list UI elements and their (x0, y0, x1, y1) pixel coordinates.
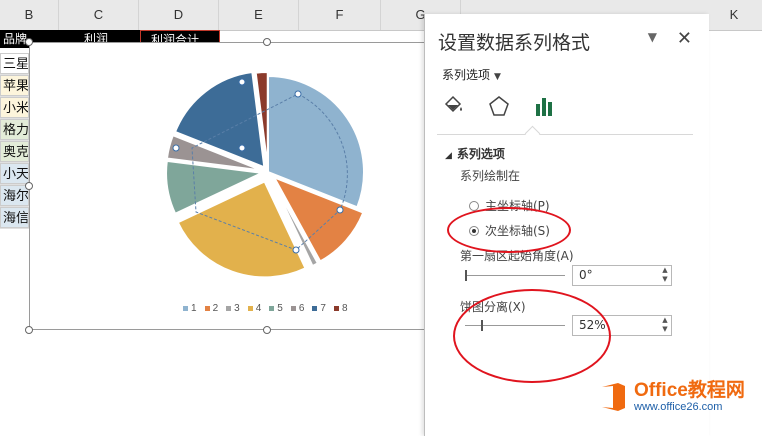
resize-handle[interactable] (25, 38, 33, 46)
pie-explosion-input[interactable]: 52% ▲ ▼ (572, 315, 672, 336)
row-label[interactable]: 格力 (0, 119, 29, 140)
legend-swatch (226, 306, 232, 311)
resize-handle[interactable] (25, 326, 33, 334)
legend-entry[interactable]: 4 (247, 303, 262, 314)
legend-swatch (290, 306, 296, 311)
first-slice-angle-value: 0° (579, 268, 593, 282)
chart-area[interactable] (29, 42, 425, 330)
legend-entry[interactable]: 5 (269, 303, 283, 314)
pane-tab-icons (440, 94, 558, 120)
caret-down-icon: ▼ (494, 72, 501, 82)
pie-explosion-label: 饼图分离(X) (460, 300, 526, 314)
resize-handle[interactable] (263, 326, 271, 334)
legend-swatch (247, 306, 253, 311)
legend-entry[interactable]: 7 (312, 303, 326, 314)
legend-entry[interactable]: 8 (333, 303, 348, 314)
format-data-series-pane: 设置数据系列格式 ▼ ✕ 系列选项 ▼ ◢ 系列选项 系列绘制在 主坐标轴(P)… (424, 14, 709, 436)
row-label[interactable]: 小米 (0, 97, 29, 118)
series-options-dropdown[interactable]: 系列选项 ▼ (442, 66, 501, 83)
section-series-options[interactable]: ◢ 系列选项 (445, 145, 505, 162)
legend-swatch (204, 306, 210, 311)
legend-label: 6 (298, 303, 305, 314)
primary-axis-radio[interactable]: 主坐标轴(P) (469, 197, 550, 214)
legend-swatch (312, 306, 318, 311)
legend-label: 4 (255, 303, 262, 314)
secondary-axis-label: 次坐标轴(S) (485, 224, 550, 238)
legend-entry[interactable]: 1 (183, 303, 197, 314)
watermark: Office教程网 www.office26.com (596, 380, 745, 414)
legend-entry[interactable]: 2 (204, 303, 219, 314)
pie-explosion-slider[interactable] (465, 319, 565, 333)
slider-track (465, 325, 565, 326)
legend-swatch (183, 306, 188, 311)
legend-label: 3 (234, 303, 240, 314)
bar-chart-icon[interactable] (532, 94, 558, 120)
radio-button[interactable] (469, 225, 479, 236)
pie-explosion-value: 52% (579, 318, 606, 332)
close-icon[interactable]: ✕ (677, 28, 692, 49)
legend-label: 8 (341, 303, 348, 314)
pane-title: 设置数据系列格式 (438, 32, 591, 54)
first-slice-angle-input[interactable]: 0° ▲ ▼ (572, 265, 672, 286)
row-label[interactable]: 苹果 (0, 75, 29, 96)
column-header-e[interactable]: E (219, 0, 299, 30)
first-slice-angle-slider[interactable] (465, 269, 565, 283)
first-slice-angle-label: 第一扇区起始角度(A) (460, 249, 574, 263)
column-header-d[interactable]: D (139, 0, 219, 30)
legend-label: 5 (277, 303, 283, 314)
resize-handle[interactable] (263, 38, 271, 46)
watermark-url: www.office26.com (634, 401, 723, 413)
divider (437, 134, 693, 135)
fill-bucket-icon[interactable] (440, 94, 466, 120)
spin-arrows[interactable]: ▲ ▼ (659, 316, 671, 335)
chart-legend[interactable]: 1 2 3 4 5 6 7 8 (183, 303, 348, 314)
watermark-title: Office教程网 (634, 380, 745, 401)
legend-label: 1 (191, 303, 197, 314)
slider-track (465, 275, 565, 276)
legend-label: 7 (320, 303, 326, 314)
spin-arrows[interactable]: ▲ ▼ (659, 266, 671, 285)
radio-button[interactable] (469, 200, 479, 211)
column-header-f[interactable]: F (299, 0, 381, 30)
column-header-b[interactable]: B (0, 0, 59, 30)
section-title-label: 系列选项 (456, 147, 505, 161)
slider-thumb[interactable] (465, 270, 467, 281)
legend-swatch (269, 306, 275, 311)
resize-handle[interactable] (25, 182, 33, 190)
office-logo-icon (596, 380, 630, 414)
plot-series-on-label: 系列绘制在 (460, 169, 521, 183)
column-header-c[interactable]: C (59, 0, 139, 30)
column-header-k[interactable]: K (706, 0, 762, 30)
row-label[interactable]: 奥克 (0, 141, 29, 162)
row-label[interactable]: 海信 (0, 207, 29, 228)
collapse-triangle-icon: ◢ (445, 151, 452, 161)
slider-thumb[interactable] (481, 320, 483, 331)
legend-label: 2 (212, 303, 219, 314)
divider-notch (524, 125, 541, 142)
legend-entry[interactable]: 3 (226, 303, 240, 314)
primary-axis-label: 主坐标轴(P) (485, 199, 550, 213)
legend-entry[interactable]: 6 (290, 303, 305, 314)
secondary-axis-radio[interactable]: 次坐标轴(S) (469, 222, 550, 239)
row-label[interactable]: 小天 (0, 163, 29, 184)
series-options-dropdown-label: 系列选项 (442, 68, 491, 82)
legend-swatch (333, 306, 339, 311)
row-label[interactable]: 三星 (0, 53, 29, 74)
chevron-down-icon[interactable]: ▼ (648, 30, 657, 44)
pentagon-icon[interactable] (486, 94, 512, 120)
